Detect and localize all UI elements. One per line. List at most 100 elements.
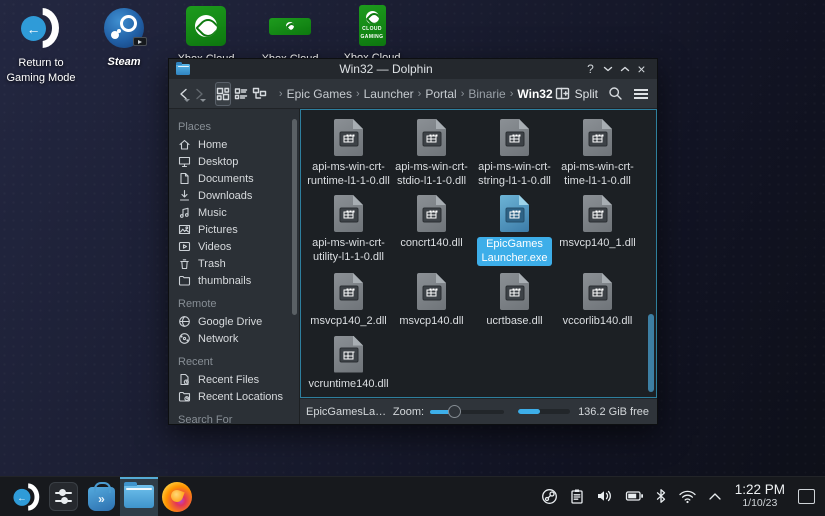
exe-file-icon <box>500 195 529 232</box>
help-button[interactable]: ? <box>582 61 599 77</box>
minimize-button[interactable] <box>599 61 616 77</box>
tree-view-icon <box>252 87 267 101</box>
bluetooth-tray-button[interactable] <box>655 488 667 504</box>
desktop-icon-xbox-cloud-3[interactable]: CLOUD GAMING Xbox Cloud <box>344 5 400 66</box>
file-name: msvcp140_2.dll <box>310 315 386 329</box>
file-item[interactable]: concrt140.dll <box>390 188 473 266</box>
expand-tray-button[interactable] <box>708 492 722 501</box>
zoom-slider-handle[interactable] <box>448 405 461 418</box>
file-name: vccorlib140.dll <box>563 315 633 329</box>
file-item[interactable]: vcruntime140.dll <box>307 329 390 392</box>
sidebar-item-network[interactable]: Network <box>169 330 299 347</box>
file-item[interactable]: msvcp140_1.dll <box>556 188 639 266</box>
file-item[interactable]: vccorlib140.dll <box>556 266 639 329</box>
file-view-scrollbar[interactable] <box>648 314 654 392</box>
file-item[interactable]: msvcp140.dll <box>390 266 473 329</box>
file-item[interactable]: api-ms-win-crt-time-l1-1-0.dll <box>556 112 639 188</box>
chevron-separator-icon: › <box>509 88 515 100</box>
sidebar-item-desktop[interactable]: Desktop <box>169 153 299 170</box>
sidebar-item-pictures[interactable]: Pictures <box>169 221 299 238</box>
dll-file-icon <box>583 195 612 232</box>
section-header-remote: Remote <box>178 298 299 310</box>
desktop-icon-return-to-gaming-mode[interactable]: Return to Gaming Mode <box>8 6 74 86</box>
volume-tray-button[interactable] <box>596 488 614 504</box>
google-drive-icon <box>178 315 191 328</box>
breadcrumb-binaries[interactable]: Binarie <box>468 87 505 101</box>
sidebar-item-music[interactable]: Music <box>169 204 299 221</box>
file-item[interactable]: ucrtbase.dll <box>473 266 556 329</box>
details-view-icon <box>234 87 248 101</box>
selection-info: EpicGamesLau...le, 2.7 MiB) <box>306 406 387 418</box>
forward-button[interactable] <box>193 83 207 105</box>
maximize-button[interactable] <box>616 61 633 77</box>
close-button[interactable]: × <box>633 61 650 77</box>
breadcrumb-launcher[interactable]: Launcher <box>364 87 414 101</box>
breadcrumb-win32[interactable]: Win32 <box>517 87 552 101</box>
sidebar-item-recent-files[interactable]: Recent Files <box>169 371 299 388</box>
wifi-tray-button[interactable] <box>678 489 697 504</box>
sidebar-item-label: Pictures <box>198 224 238 236</box>
dll-file-icon <box>417 273 446 310</box>
breadcrumb-portal[interactable]: Portal <box>425 87 456 101</box>
back-button[interactable] <box>177 83 191 105</box>
titlebar[interactable]: Win32 — Dolphin ? × <box>169 59 657 79</box>
zoom-slider[interactable] <box>430 405 504 419</box>
file-name: concrt140.dll <box>400 237 462 251</box>
menu-button[interactable] <box>633 88 649 100</box>
dll-file-icon <box>334 119 363 156</box>
system-settings-button[interactable] <box>44 477 82 516</box>
bluetooth-icon <box>655 488 667 504</box>
sidebar-item-label: Trash <box>198 258 226 270</box>
file-name: msvcp140_1.dll <box>559 237 635 251</box>
tree-view-button[interactable] <box>251 82 267 106</box>
xbox-icon <box>186 6 226 46</box>
file-item[interactable]: msvcp140_2.dll <box>307 266 390 329</box>
file-item[interactable]: api-ms-win-crt-utility-l1-1-0.dll <box>307 188 390 266</box>
file-name: ucrtbase.dll <box>486 315 542 329</box>
split-button[interactable]: Split <box>555 87 598 101</box>
sidebar-item-google-drive[interactable]: Google Drive <box>169 313 299 330</box>
clipboard-tray-button[interactable] <box>569 488 585 505</box>
file-view[interactable]: api-ms-win-crt-runtime-l1-1-0.dll api-ms… <box>300 109 657 398</box>
back-history-caret-icon <box>184 99 190 102</box>
file-name: vcruntime140.dll <box>308 378 388 392</box>
battery-tray-button[interactable] <box>625 489 644 503</box>
section-header-search-for: Search For <box>178 414 299 424</box>
sidebar-item-downloads[interactable]: Downloads <box>169 187 299 204</box>
details-view-button[interactable] <box>233 82 249 106</box>
dll-file-icon <box>583 273 612 310</box>
dll-file-icon <box>417 119 446 156</box>
file-item[interactable]: api-ms-win-crt-string-l1-1-0.dll <box>473 112 556 188</box>
file-item[interactable]: api-ms-win-crt-stdio-l1-1-0.dll <box>390 112 473 188</box>
sidebar-item-recent-locations[interactable]: Recent Locations <box>169 388 299 405</box>
sidebar-scrollbar[interactable] <box>292 119 297 315</box>
breadcrumb-epic-games[interactable]: Epic Games <box>287 87 352 101</box>
steam-badge-icon <box>133 37 147 46</box>
sidebar-item-documents[interactable]: Documents <box>169 170 299 187</box>
chevron-separator-icon: › <box>355 88 361 100</box>
sidebar-item-thumbnails[interactable]: thumbnails <box>169 272 299 289</box>
folder-icon <box>178 274 191 287</box>
dll-file-icon <box>334 195 363 232</box>
show-desktop-button[interactable] <box>798 489 815 504</box>
file-item[interactable]: api-ms-win-crt-runtime-l1-1-0.dll <box>307 112 390 188</box>
clock[interactable]: 1:22 PM 1/10/23 <box>735 483 785 509</box>
dolphin-task-button[interactable] <box>120 477 158 516</box>
search-button[interactable] <box>608 86 623 101</box>
file-item-selected[interactable]: EpicGamesLauncher.exe <box>473 188 556 266</box>
sidebar-item-trash[interactable]: Trash <box>169 255 299 272</box>
file-name: api-ms-win-crt-utility-l1-1-0.dll <box>312 237 385 264</box>
sidebar-item-label: Documents <box>198 173 254 185</box>
forward-history-caret-icon <box>200 99 206 102</box>
sidebar-item-home[interactable]: Home <box>169 136 299 153</box>
firefox-button[interactable] <box>158 477 196 516</box>
sidebar-item-label: Google Drive <box>198 316 262 328</box>
sidebar-item-videos[interactable]: Videos <box>169 238 299 255</box>
application-launcher-button[interactable] <box>6 477 44 516</box>
chevron-up-icon <box>620 65 630 73</box>
clock-time: 1:22 PM <box>735 483 785 498</box>
steam-tray-button[interactable] <box>541 488 558 505</box>
icons-view-button[interactable] <box>215 82 231 106</box>
discover-button[interactable] <box>82 477 120 516</box>
desktop-icon-steam[interactable]: Steam <box>96 8 152 70</box>
